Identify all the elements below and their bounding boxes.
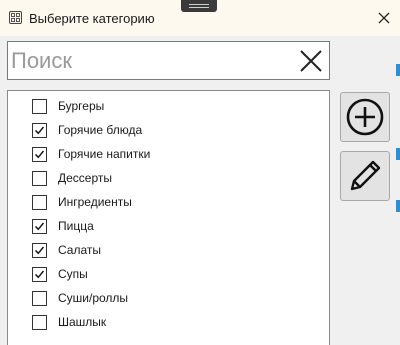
category-checkbox[interactable] [32,195,47,210]
search-input[interactable] [11,46,291,75]
side-accent-mark [396,148,400,160]
category-label: Салаты [58,243,102,257]
checkmark-icon [35,126,45,135]
add-circle-icon [346,98,384,136]
checkmark-icon [35,150,45,159]
clear-search-button[interactable] [297,47,325,75]
category-checkbox[interactable] [32,291,47,306]
dialog-body: Бургеры Горячие блюда Горячие напитки Дессе… [0,36,400,345]
list-item[interactable]: Бургеры [8,95,329,119]
category-label: Ингредиенты [58,195,132,209]
category-checkbox[interactable] [32,219,47,234]
list-item[interactable]: Ингредиенты [8,191,329,215]
side-accent-mark [396,200,400,212]
list-item[interactable]: Салаты [8,239,329,263]
category-checkbox[interactable] [32,99,47,114]
list-item[interactable]: Горячие напитки [8,143,329,167]
list-item[interactable]: Дессерты [8,167,329,191]
side-accent-mark [396,64,400,76]
search-box [7,41,330,80]
category-label: Бургеры [58,99,105,113]
category-label: Супы [58,267,88,281]
checkmark-icon [35,246,45,255]
close-icon [378,12,390,24]
category-label: Горячие напитки [58,147,151,161]
checkmark-icon [35,270,45,279]
list-item[interactable]: Суши/роллы [8,287,329,311]
category-label: Дессерты [58,171,113,185]
category-checkbox[interactable] [32,171,47,186]
category-label: Горячие блюда [58,123,143,137]
drag-handle-icon[interactable] [181,0,217,12]
category-checkbox[interactable] [32,315,47,330]
title-bar: Выберите категорию [0,0,400,36]
category-checkbox[interactable] [32,123,47,138]
category-label: Пицца [58,219,94,233]
category-list: Бургеры Горячие блюда Горячие напитки Дессе… [7,90,330,345]
clear-x-icon [300,50,322,72]
category-checkbox[interactable] [32,267,47,282]
close-button[interactable] [370,5,398,31]
list-item[interactable]: Шашлык [8,311,329,335]
category-label: Шашлык [58,315,107,329]
category-checkbox[interactable] [32,147,47,162]
app-grid-icon [9,11,22,24]
window-title: Выберите категорию [29,11,155,26]
list-item[interactable]: Горячие блюда [8,119,329,143]
pencil-edit-icon [350,160,381,191]
checkmark-icon [35,222,45,231]
list-item[interactable]: Супы [8,263,329,287]
category-checkbox[interactable] [32,243,47,258]
category-label: Суши/роллы [58,291,129,305]
edit-category-button[interactable] [340,151,390,201]
add-category-button[interactable] [340,92,390,142]
list-item[interactable]: Пицца [8,215,329,239]
